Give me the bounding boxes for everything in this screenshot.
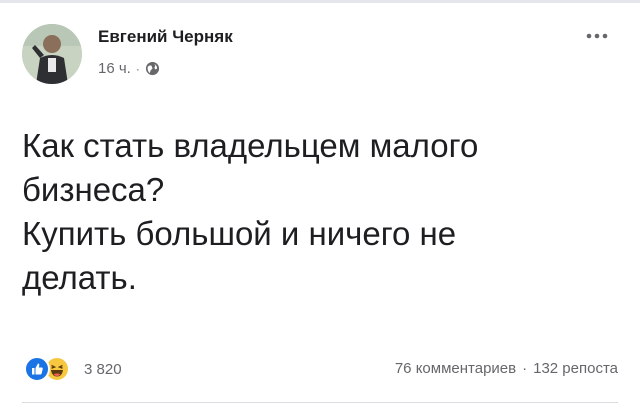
reactions-summary[interactable]: 3 820 [24,356,122,382]
post-card: Евгений Черняк 16 ч. · Как стать владель… [0,0,640,408]
more-dots-icon [586,33,608,39]
bottom-divider [22,402,618,403]
post-stats: 76 комментариев · 132 репоста [395,360,618,377]
post-text-line: Как стать владельцем малого [22,127,479,164]
reaction-count: 3 820 [84,360,122,378]
avatar-photo [22,24,82,84]
post-meta: 16 ч. · [98,60,160,77]
post-text-line: бизнеса? [22,171,165,208]
shares-count-link[interactable]: 132 репоста [533,360,618,377]
post-time[interactable]: 16 ч. [98,60,131,77]
post-text-line: делать. [22,259,137,296]
globe-icon [145,61,160,76]
like-icon [24,356,50,382]
stats-separator: · [522,360,528,377]
post-text: Как стать владельцем малого бизнеса? Куп… [22,124,602,300]
author-name[interactable]: Евгений Черняк [98,27,233,47]
more-options-button[interactable] [583,26,611,46]
meta-separator: · [135,61,140,76]
reaction-icons [24,356,80,382]
avatar[interactable] [22,24,82,84]
post-text-line: Купить большой и ничего не [22,215,457,252]
comments-count-link[interactable]: 76 комментариев [395,360,516,377]
